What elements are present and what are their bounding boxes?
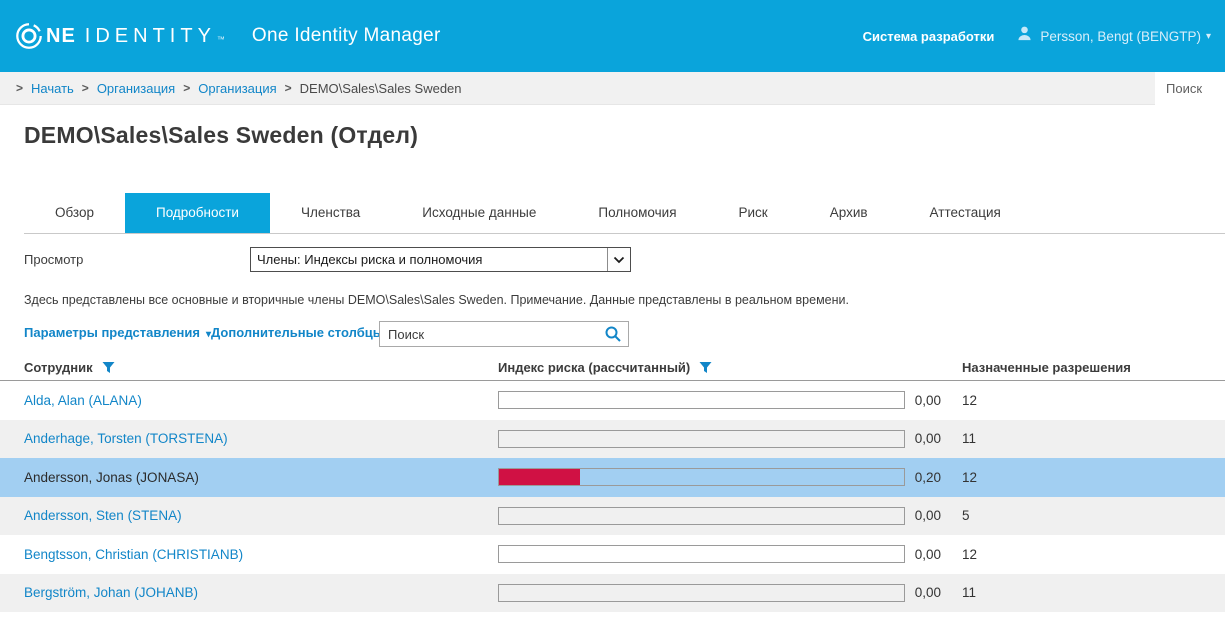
risk-value: 0,00 (914, 508, 941, 524)
one-identity-logo: NE IDENTITY ™ (14, 21, 226, 51)
table-row[interactable]: Bengtsson, Christian (CHRISTIANB) 0,00 12 (0, 535, 1225, 574)
tab[interactable]: Архив (799, 193, 899, 233)
risk-bar (498, 506, 905, 525)
view-settings-link[interactable]: Параметры представления ▾ (24, 325, 211, 340)
brand-wordmark: NE IDENTITY ™ (46, 24, 226, 47)
risk-bar (498, 468, 905, 487)
risk-bar-cell (498, 468, 905, 487)
employee-link[interactable]: Andersson, Sten (STENA) (24, 508, 498, 523)
list-toolbar: Параметры представления ▾ Дополнительные … (0, 321, 1225, 348)
breadcrumb-link[interactable]: Организация (97, 81, 175, 96)
user-icon (1016, 25, 1033, 47)
one-identity-logo-icon (14, 21, 44, 51)
risk-bar-cell (498, 429, 905, 448)
employee-link[interactable]: Bergström, Johan (JOHANB) (24, 585, 498, 600)
table-row[interactable]: Anderhage, Torsten (TORSTENA) 0,00 11 (0, 419, 1225, 458)
table-row[interactable]: Andersson, Sten (STENA) 0,00 5 (0, 496, 1225, 535)
table-body: Alda, Alan (ALANA) 0,00 12 Anderhage, Torst… (0, 381, 1225, 620)
employee-link[interactable]: Andersson, Jonas (JONASA) (24, 470, 498, 485)
search-icon[interactable] (604, 325, 622, 343)
members-table: Сотрудник Индекс риска (рассчитанный) На… (0, 355, 1225, 620)
column-header-permissions: Назначенные разрешения (962, 360, 1131, 375)
table-search-input[interactable] (380, 326, 604, 342)
tab[interactable]: Риск (708, 193, 799, 233)
employee-link[interactable]: Anderhage, Torsten (TORSTENA) (24, 431, 498, 446)
global-search-box[interactable]: Поиск (1155, 71, 1225, 105)
breadcrumb-separator-icon: > (284, 81, 292, 95)
tab-bar: Обзор Подробности Членства Исходные данные П… (24, 193, 1225, 234)
risk-bar (498, 545, 905, 564)
column-header-risk-index: Индекс риска (рассчитанный) (498, 360, 905, 375)
table-row[interactable]: Bergström, Johan (JOHANB) 0,00 11 (0, 573, 1225, 612)
table-row[interactable]: Alda, Alan (ALANA) 0,00 12 (0, 381, 1225, 420)
risk-bar-cell (498, 545, 905, 564)
app-title: One Identity Manager (251, 25, 441, 46)
breadcrumb-separator-icon: > (81, 81, 89, 95)
risk-bar (498, 429, 905, 448)
permissions-count: 11 (962, 585, 977, 601)
filter-icon[interactable] (102, 361, 115, 374)
additional-columns-link[interactable]: Дополнительные столбцы (211, 325, 384, 340)
table-row[interactable] (0, 612, 1225, 620)
view-selector-row: Просмотр Члены: Индексы риска и полномоч… (24, 247, 1225, 272)
tab[interactable]: Обзор (24, 193, 125, 233)
user-name: Persson, Bengt (BENGTP) (1040, 28, 1201, 44)
permissions-count: 11 (962, 431, 977, 447)
breadcrumb: > Начать > Организация > Организация > DEMO\Sal… (0, 81, 462, 96)
page-title: DEMO\Sales\Sales Sweden (Отдел) (24, 122, 419, 148)
user-menu[interactable]: Persson, Bengt (BENGTP) ▾ (1016, 25, 1211, 47)
chevron-down-icon: ▾ (1205, 30, 1211, 42)
risk-bar (498, 391, 905, 410)
app-window: NE IDENTITY ™ One Identity Manager Система… (0, 0, 1225, 620)
description-text: Здесь представлены все основные и вторич… (24, 293, 849, 307)
tab[interactable]: Полномочия (567, 193, 707, 233)
tab[interactable]: Аттестация (899, 193, 1032, 233)
breadcrumb-link[interactable]: Организация (198, 81, 276, 96)
risk-bar-cell (498, 391, 905, 410)
tab[interactable]: Членства (270, 193, 391, 233)
view-select-value: Члены: Индексы риска и полномочия (257, 252, 483, 267)
risk-bar (498, 583, 905, 602)
risk-value: 0,00 (914, 585, 941, 601)
risk-bar-fill (499, 469, 580, 486)
table-row[interactable]: Andersson, Jonas (JONASA) 0,20 12 (0, 458, 1225, 497)
breadcrumb-current: DEMO\Sales\Sales Sweden (299, 80, 462, 96)
view-select[interactable]: Члены: Индексы риска и полномочия (250, 247, 631, 272)
table-search (379, 321, 629, 347)
breadcrumb-separator-icon: > (183, 81, 191, 95)
table-header-row: Сотрудник Индекс риска (рассчитанный) На… (0, 355, 1225, 381)
risk-value: 0,00 (914, 431, 941, 447)
filter-icon[interactable] (699, 361, 712, 374)
employee-link[interactable]: Alda, Alan (ALANA) (24, 393, 498, 408)
view-label: Просмотр (24, 252, 84, 267)
breadcrumb-link[interactable]: Начать (31, 81, 74, 96)
risk-bar-cell (498, 506, 905, 525)
breadcrumb-bar: > Начать > Организация > Организация > DEMO\Sal… (0, 71, 1225, 105)
employee-link[interactable]: Bengtsson, Christian (CHRISTIANB) (24, 547, 498, 562)
chevron-down-icon[interactable] (607, 248, 630, 271)
environment-link[interactable]: Система разработки (863, 29, 995, 44)
view-settings-label: Параметры представления (24, 325, 200, 340)
permissions-count: 12 (962, 392, 978, 408)
permissions-count: 12 (962, 546, 978, 562)
risk-value: 0,00 (914, 392, 941, 408)
risk-bar-cell (498, 583, 905, 602)
tab[interactable]: Подробности (125, 193, 270, 233)
permissions-count: 12 (962, 469, 978, 485)
risk-value: 0,00 (914, 546, 941, 562)
breadcrumb-separator-icon: > (16, 81, 24, 95)
tab[interactable]: Исходные данные (391, 193, 567, 233)
permissions-count: 5 (962, 508, 970, 524)
risk-value: 0,20 (914, 469, 941, 485)
column-header-employee: Сотрудник (24, 360, 498, 375)
app-header: NE IDENTITY ™ One Identity Manager Система… (0, 0, 1225, 72)
